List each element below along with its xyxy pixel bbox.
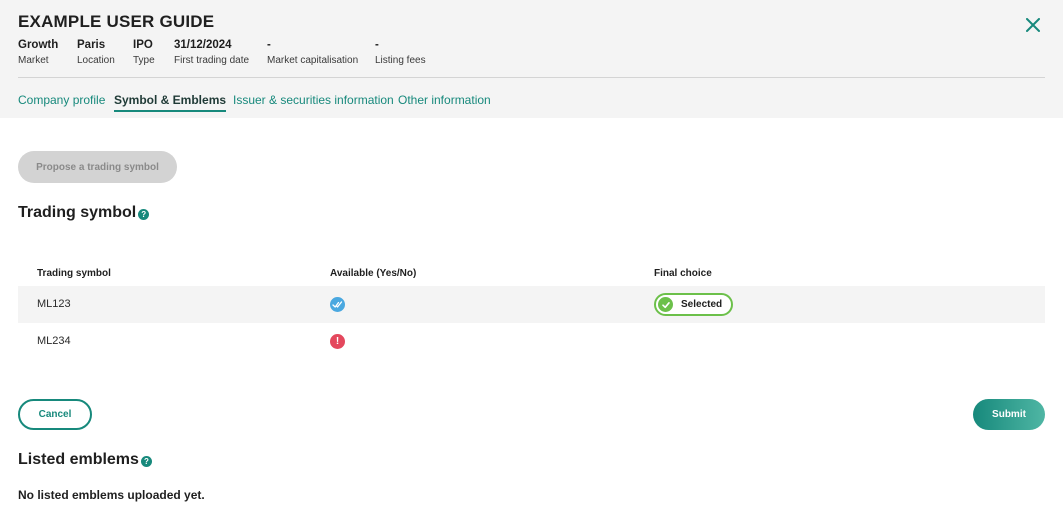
meta-market-value: Growth: [18, 39, 59, 51]
meta-market-capitalisation-value: -: [267, 39, 271, 51]
double-check-icon: [330, 297, 345, 312]
table-row: ML234 !: [18, 323, 1045, 360]
meta-first-trading-date-label: First trading date: [174, 55, 250, 66]
meta-type-value: IPO: [133, 39, 153, 51]
meta-market-capitalisation: - Market capitalisation: [267, 39, 358, 66]
column-header-available: Available (Yes/No): [330, 268, 417, 279]
meta-type: IPO Type: [133, 39, 155, 66]
meta-location-value: Paris: [77, 39, 106, 51]
page-title: EXAMPLE USER GUIDE: [18, 12, 215, 31]
listed-emblems-heading: Listed emblems ?: [18, 451, 152, 469]
column-header-trading-symbol: Trading symbol: [37, 268, 111, 279]
header-divider: [18, 77, 1045, 78]
close-icon: [1026, 18, 1040, 32]
meta-location-label: Location: [77, 55, 115, 66]
tab-other-information[interactable]: Other information: [398, 93, 491, 107]
meta-market: Growth Market: [18, 39, 58, 66]
column-header-final-choice: Final choice: [654, 268, 712, 279]
table-row: ML123 Selected: [18, 286, 1045, 323]
trading-symbol-heading: Trading symbol ?: [18, 204, 150, 222]
help-icon[interactable]: ?: [138, 208, 150, 220]
meta-listing-fees-value: -: [375, 39, 379, 51]
final-choice-selected-badge[interactable]: Selected: [654, 293, 733, 316]
meta-type-label: Type: [133, 55, 155, 66]
selected-label: Selected: [681, 299, 723, 310]
trading-symbol-title: Trading symbol: [18, 204, 137, 221]
page-header: EXAMPLE USER GUIDE Growth Market Paris L…: [0, 0, 1063, 118]
check-circle-icon: [658, 297, 673, 312]
close-button[interactable]: [1022, 14, 1044, 36]
tab-company-profile[interactable]: Company profile: [18, 93, 105, 107]
exclamation-icon: !: [330, 334, 345, 349]
cancel-button[interactable]: Cancel: [18, 399, 92, 430]
listed-emblems-empty-message: No listed emblems uploaded yet.: [18, 488, 205, 502]
meta-market-capitalisation-label: Market capitalisation: [267, 55, 359, 66]
listed-emblems-title: Listed emblems: [18, 451, 139, 468]
trading-symbol-cell: ML123: [37, 298, 71, 310]
meta-listing-fees-label: Listing fees: [375, 55, 426, 66]
tab-symbol-emblems[interactable]: Symbol & Emblems: [114, 93, 227, 112]
help-icon[interactable]: ?: [140, 455, 152, 467]
trading-symbol-cell: ML234: [37, 335, 71, 347]
meta-first-trading-date: 31/12/2024 First trading date: [174, 39, 249, 66]
submit-button[interactable]: Submit: [973, 399, 1045, 430]
meta-first-trading-date-value: 31/12/2024: [174, 39, 232, 51]
tab-issuer-securities-information[interactable]: Issuer & securities information: [233, 93, 394, 107]
propose-trading-symbol-button[interactable]: Propose a trading symbol: [18, 151, 177, 183]
meta-location: Paris Location: [77, 39, 115, 66]
meta-market-label: Market: [18, 55, 49, 66]
meta-listing-fees: - Listing fees: [375, 39, 426, 66]
